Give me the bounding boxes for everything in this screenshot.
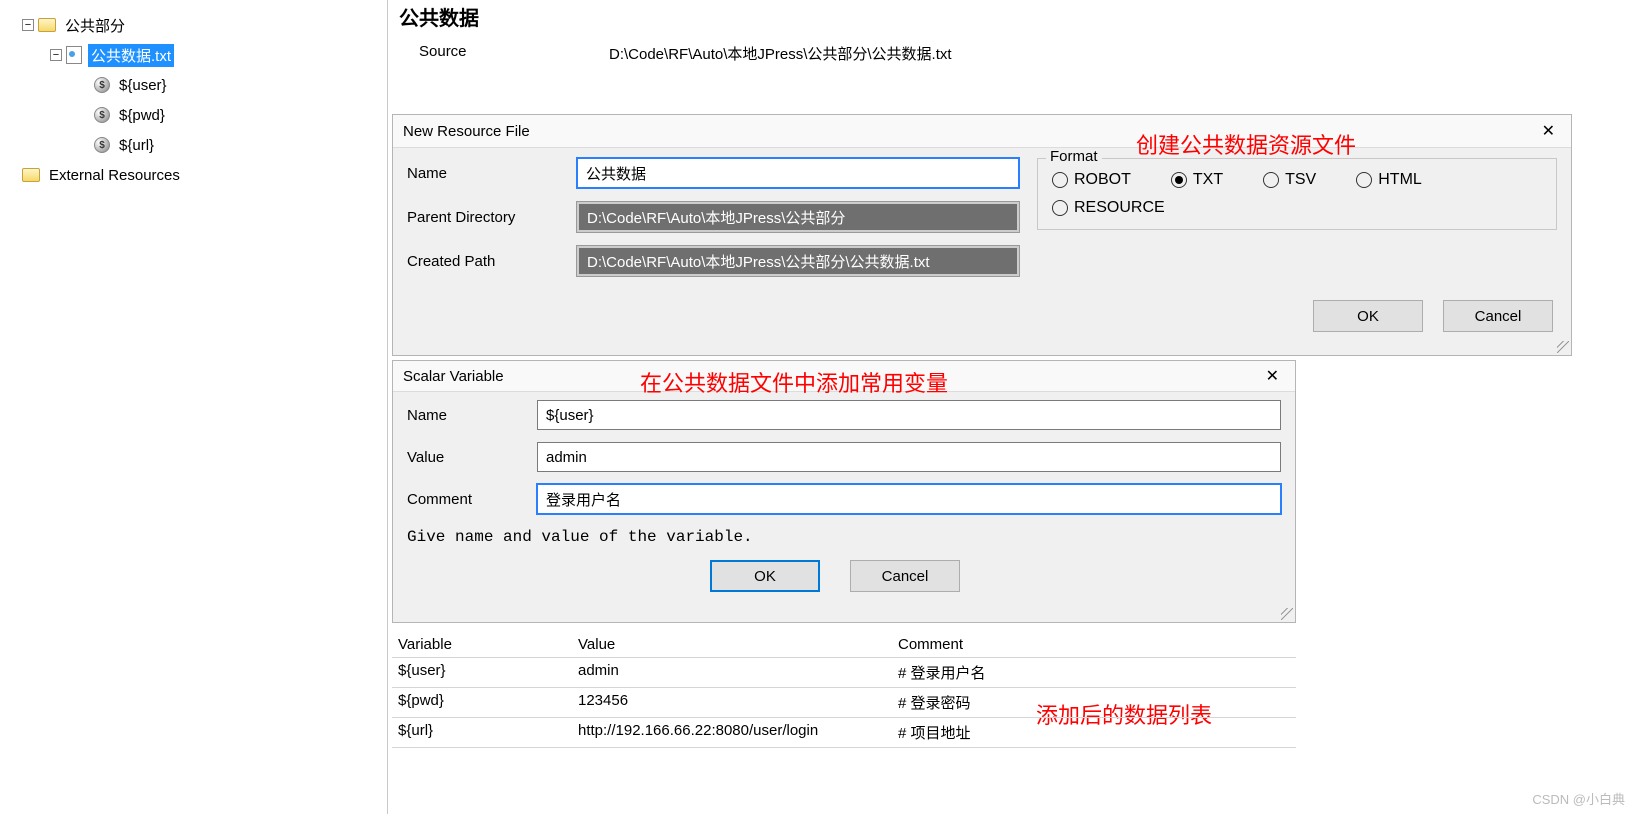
name-input[interactable] — [577, 158, 1019, 188]
format-label-robot: ROBOT — [1074, 171, 1131, 189]
new-resource-file-dialog: New Resource File ✕ Name Parent Director… — [392, 114, 1572, 356]
value-label: Value — [407, 449, 537, 466]
dialog-title-bar: New Resource File ✕ — [393, 115, 1571, 148]
hint-text: Give name and value of the variable. — [407, 526, 1281, 552]
cell-variable: ${pwd} — [398, 692, 578, 713]
col-comment: Comment — [898, 636, 1290, 653]
format-radio-resource[interactable]: RESOURCE — [1052, 199, 1165, 217]
file-icon — [66, 46, 82, 64]
cell-value: 123456 — [578, 692, 898, 713]
dialog-title: New Resource File — [403, 123, 530, 140]
page-title: 公共数据 — [389, 0, 1637, 37]
resize-grip-icon[interactable] — [1281, 608, 1293, 620]
tree-label-external-resources: External Resources — [46, 166, 183, 185]
resize-grip-icon[interactable] — [1557, 341, 1569, 353]
variable-icon: $ — [94, 137, 110, 153]
table-row[interactable]: ${pwd} 123456 # 登录密码 — [392, 688, 1296, 718]
tree-row-public-part[interactable]: − 公共部分 — [8, 10, 379, 40]
table-row[interactable]: ${user} admin # 登录用户名 — [392, 658, 1296, 688]
scalar-comment-input[interactable] — [537, 484, 1281, 514]
variable-icon: $ — [94, 77, 110, 93]
tree-label-var-user: ${user} — [116, 76, 170, 95]
table-header-row: Variable Value Comment — [392, 632, 1296, 658]
variable-table: Variable Value Comment ${user} admin # 登… — [392, 632, 1296, 748]
col-value: Value — [578, 636, 898, 653]
tree-row-external-resources[interactable]: External Resources — [8, 160, 379, 190]
cell-comment: # 登录用户名 — [898, 662, 1290, 683]
name-label: Name — [407, 407, 537, 424]
ok-button[interactable]: OK — [710, 560, 820, 592]
variable-icon: $ — [94, 107, 110, 123]
format-label-html: HTML — [1378, 171, 1422, 189]
format-radio-html[interactable]: HTML — [1356, 171, 1422, 189]
folder-icon — [38, 18, 56, 32]
tree-panel: − 公共部分 − 公共数据.txt $ ${user} $ ${pwd} $ $… — [0, 0, 388, 814]
close-icon[interactable]: ✕ — [1260, 366, 1285, 386]
dialog-title: Scalar Variable — [403, 368, 504, 385]
tree-row-public-data-txt[interactable]: − 公共数据.txt — [8, 40, 379, 70]
scalar-variable-dialog: Scalar Variable ✕ Name Value Comment Giv… — [392, 360, 1296, 623]
format-label-tsv: TSV — [1285, 171, 1316, 189]
format-group: Format ROBOT TXT TSV HTML RESOURCE — [1037, 158, 1557, 230]
tree-label-public-data-txt: 公共数据.txt — [88, 44, 174, 67]
cell-comment: # 登录密码 — [898, 692, 1290, 713]
folder-icon — [22, 168, 40, 182]
tree-row-var-url[interactable]: $ ${url} — [8, 130, 379, 160]
annotation-1: 创建公共数据资源文件 — [1136, 128, 1356, 160]
cell-comment: # 项目地址 — [898, 722, 1290, 743]
format-legend: Format — [1046, 148, 1102, 165]
format-radio-tsv[interactable]: TSV — [1263, 171, 1316, 189]
created-path-label: Created Path — [407, 253, 577, 270]
source-row: Source D:\Code\RF\Auto\本地JPress\公共部分\公共数… — [389, 37, 1637, 78]
format-label-txt: TXT — [1193, 171, 1223, 189]
cell-variable: ${user} — [398, 662, 578, 683]
source-label: Source — [419, 43, 609, 64]
parent-dir-label: Parent Directory — [407, 209, 577, 226]
parent-dir-input — [577, 202, 1019, 232]
tree-toggle-icon[interactable]: − — [50, 49, 62, 61]
tree-label-var-pwd: ${pwd} — [116, 106, 168, 125]
col-variable: Variable — [398, 636, 578, 653]
tree-label-var-url: ${url} — [116, 136, 157, 155]
tree-row-var-pwd[interactable]: $ ${pwd} — [8, 100, 379, 130]
created-path-input — [577, 246, 1019, 276]
format-radio-txt[interactable]: TXT — [1171, 171, 1223, 189]
ok-button[interactable]: OK — [1313, 300, 1423, 332]
tree-toggle-icon[interactable]: − — [22, 19, 34, 31]
annotation-2: 在公共数据文件中添加常用变量 — [640, 366, 948, 398]
scalar-name-input[interactable] — [537, 400, 1281, 430]
cell-value: admin — [578, 662, 898, 683]
comment-label: Comment — [407, 491, 537, 508]
format-radio-robot[interactable]: ROBOT — [1052, 171, 1131, 189]
format-label-resource: RESOURCE — [1074, 199, 1165, 217]
cell-variable: ${url} — [398, 722, 578, 743]
scalar-value-input[interactable] — [537, 442, 1281, 472]
tree-label-public-part: 公共部分 — [62, 14, 128, 37]
tree-row-var-user[interactable]: $ ${user} — [8, 70, 379, 100]
cancel-button[interactable]: Cancel — [850, 560, 960, 592]
table-row[interactable]: ${url} http://192.166.66.22:8080/user/lo… — [392, 718, 1296, 748]
source-value: D:\Code\RF\Auto\本地JPress\公共部分\公共数据.txt — [609, 43, 952, 64]
cell-value: http://192.166.66.22:8080/user/login — [578, 722, 898, 743]
name-label: Name — [407, 165, 577, 182]
cancel-button[interactable]: Cancel — [1443, 300, 1553, 332]
watermark: CSDN @小白典 — [1532, 789, 1625, 808]
close-icon[interactable]: ✕ — [1536, 121, 1561, 141]
